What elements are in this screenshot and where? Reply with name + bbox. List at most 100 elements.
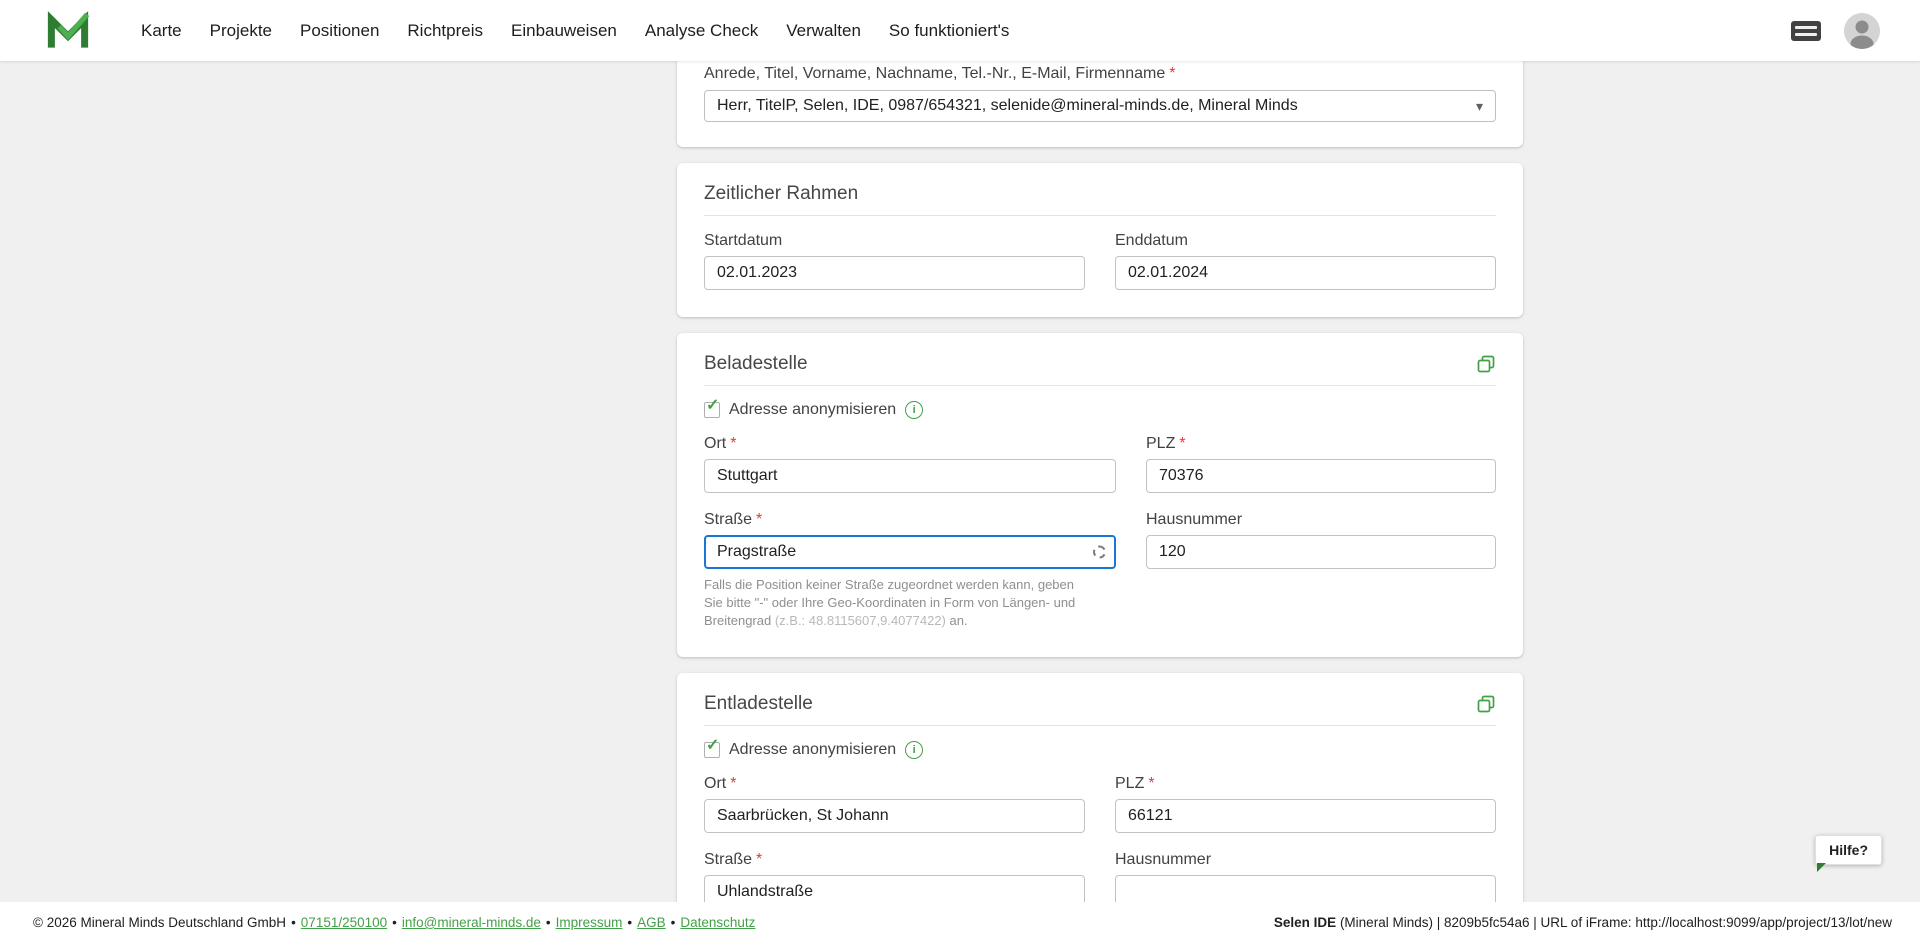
divider bbox=[704, 385, 1496, 386]
contact-select[interactable]: Herr, TitelP, Selen, IDE, 0987/654321, s… bbox=[704, 90, 1496, 122]
helper-line-2: Sie bitte "-" oder Ihre Geo-Koordinaten … bbox=[704, 595, 1076, 610]
nav-item-einbauweisen[interactable]: Einbauweisen bbox=[509, 15, 619, 47]
nav-item-karte[interactable]: Karte bbox=[139, 15, 184, 47]
beladestelle-card: Beladestelle ✓ Adresse anonymisieren i O… bbox=[677, 333, 1523, 657]
anonymize-row: ✓ Adresse anonymisieren i bbox=[704, 398, 1496, 419]
footer-bar: © 2026 Mineral Minds Deutschland GmbH • 07… bbox=[0, 902, 1920, 943]
enddatum-input[interactable] bbox=[1115, 256, 1496, 290]
footer-left: © 2026 Mineral Minds Deutschland GmbH • 07… bbox=[33, 915, 755, 930]
copy-icon[interactable] bbox=[1476, 354, 1496, 374]
separator: • bbox=[670, 915, 676, 930]
contact-card: Anrede, Titel, Vorname, Nachname, Tel.-N… bbox=[677, 61, 1523, 147]
plz-label: PLZ * bbox=[1115, 775, 1496, 793]
divider bbox=[704, 725, 1496, 726]
beladestelle-ort-input[interactable] bbox=[704, 459, 1116, 493]
helper-line-1: Falls die Position keiner Straße zugeord… bbox=[704, 577, 1074, 592]
agb-link[interactable]: AGB bbox=[637, 915, 666, 930]
anonymize-label: Adresse anonymisieren bbox=[729, 741, 897, 758]
contact-label-text: Anrede, Titel, Vorname, Nachname, Tel.-N… bbox=[704, 65, 1166, 82]
separator: • bbox=[545, 915, 551, 930]
separator: • bbox=[392, 915, 397, 930]
user-avatar[interactable] bbox=[1844, 12, 1880, 49]
entladestelle-card: Entladestelle ✓ Adresse anonymisieren i bbox=[677, 673, 1523, 902]
anonymize-row: ✓ Adresse anonymisieren i bbox=[704, 738, 1496, 759]
beladestelle-title: Beladestelle bbox=[704, 353, 808, 374]
ort-label: Ort * bbox=[704, 775, 1085, 793]
checkmark-icon: ✓ bbox=[706, 397, 720, 414]
mineral-minds-logo[interactable] bbox=[47, 10, 89, 51]
entladestelle-fields: Ort* PLZ* Straße* Hausnu bbox=[704, 775, 1496, 902]
field-hausnummer: Hausnummer bbox=[1115, 851, 1496, 902]
timeframe-title: Zeitlicher Rahmen bbox=[704, 183, 859, 204]
plz-label: PLZ * bbox=[1146, 435, 1496, 453]
plz-label-text: PLZ bbox=[1115, 775, 1145, 792]
strasse-input-wrap bbox=[704, 535, 1116, 569]
required-asterisk: * bbox=[1179, 435, 1186, 452]
beladestelle-fields: Ort* PLZ* Straße* bbox=[704, 435, 1496, 630]
required-asterisk: * bbox=[730, 775, 737, 792]
nav-item-projekte[interactable]: Projekte bbox=[208, 15, 274, 47]
chevron-down-icon: ▾ bbox=[1475, 97, 1483, 114]
helper-line-3-suffix: an. bbox=[945, 613, 968, 628]
info-icon[interactable]: i bbox=[905, 741, 924, 759]
ort-label: Ort * bbox=[704, 435, 1116, 453]
main-nav: Karte Projekte Positionen Richtpreis Ein… bbox=[139, 15, 1011, 47]
enddatum-label: Enddatum bbox=[1115, 232, 1188, 249]
startdatum-label: Startdatum bbox=[704, 232, 783, 249]
keyboard-icon[interactable] bbox=[1790, 20, 1822, 42]
entladestelle-ort-input[interactable] bbox=[704, 799, 1085, 833]
strasse-label: Straße * bbox=[704, 851, 1085, 869]
nav-item-so-funktionierts[interactable]: So funktioniert's bbox=[887, 15, 1011, 47]
strasse-label-text: Straße bbox=[704, 851, 753, 868]
helper-line-3-prefix: Breitengrad bbox=[704, 613, 775, 628]
help-button[interactable]: Hilfe? bbox=[1815, 835, 1882, 872]
helper-coords-example: (z.B.: 48.8115607,9.4077422) bbox=[774, 613, 946, 628]
required-asterisk: * bbox=[730, 435, 737, 452]
ort-label-text: Ort bbox=[704, 775, 727, 792]
field-ort: Ort * bbox=[704, 435, 1116, 493]
beladestelle-plz-input[interactable] bbox=[1146, 459, 1496, 493]
timeframe-fields: Startdatum Enddatum bbox=[704, 232, 1496, 290]
anonymize-checkbox[interactable]: ✓ bbox=[704, 398, 720, 418]
beladestelle-hausnummer-input[interactable] bbox=[1146, 535, 1496, 569]
copy-icon[interactable] bbox=[1476, 694, 1496, 714]
info-icon[interactable]: i bbox=[905, 401, 924, 419]
plz-label-text: PLZ bbox=[1146, 435, 1176, 452]
phone-link[interactable]: 07151/250100 bbox=[301, 915, 387, 930]
required-asterisk: * bbox=[756, 851, 763, 868]
divider bbox=[704, 215, 1496, 216]
header-right bbox=[1790, 12, 1880, 49]
field-enddatum: Enddatum bbox=[1115, 232, 1496, 290]
email-link[interactable]: info@mineral-minds.de bbox=[402, 915, 541, 930]
timeframe-card: Zeitlicher Rahmen Startdatum Enddatum bbox=[677, 163, 1523, 317]
strasse-label-text: Straße bbox=[704, 511, 753, 528]
field-strasse: Straße* Falls die Position keiner Straße… bbox=[704, 511, 1116, 630]
nav-item-analyse-check[interactable]: Analyse Check bbox=[643, 15, 760, 47]
anonymize-label: Adresse anonymisieren bbox=[729, 401, 897, 418]
required-asterisk: * bbox=[1148, 775, 1155, 792]
loading-spinner-icon bbox=[1093, 545, 1106, 559]
field-ort: Ort * bbox=[704, 775, 1085, 833]
datenschutz-link[interactable]: Datenschutz bbox=[680, 915, 755, 930]
beladestelle-strasse-input[interactable] bbox=[704, 535, 1116, 569]
footer-right: Selen IDE (Mineral Minds) | 8209b5fc54a6… bbox=[1274, 915, 1892, 930]
impressum-link[interactable]: Impressum bbox=[556, 915, 623, 930]
ide-name: Selen IDE bbox=[1273, 915, 1337, 930]
nav-item-positionen[interactable]: Positionen bbox=[298, 15, 381, 47]
helper-line-3: Breitengrad (z.B.: 48.8115607,9.4077422)… bbox=[704, 612, 1116, 630]
nav-item-richtpreis[interactable]: Richtpreis bbox=[405, 15, 485, 47]
entladestelle-hausnummer-input[interactable] bbox=[1115, 875, 1496, 902]
field-plz: PLZ * bbox=[1146, 435, 1496, 493]
anonymize-checkbox[interactable]: ✓ bbox=[704, 738, 720, 758]
startdatum-input[interactable] bbox=[704, 256, 1085, 290]
required-asterisk: * bbox=[756, 511, 763, 528]
person-icon bbox=[1844, 12, 1880, 49]
entladestelle-strasse-input[interactable] bbox=[704, 875, 1085, 902]
field-hausnummer: Hausnummer bbox=[1146, 511, 1496, 630]
nav-item-verwalten[interactable]: Verwalten bbox=[784, 15, 863, 47]
entladestelle-plz-input[interactable] bbox=[1115, 799, 1496, 833]
copyright-text: © 2026 Mineral Minds Deutschland GmbH bbox=[33, 915, 287, 930]
field-startdatum: Startdatum bbox=[704, 232, 1085, 290]
contact-label: Anrede, Titel, Vorname, Nachname, Tel.-N… bbox=[704, 65, 1496, 83]
form-scroll-area: Anrede, Titel, Vorname, Nachname, Tel.-N… bbox=[0, 61, 1920, 902]
